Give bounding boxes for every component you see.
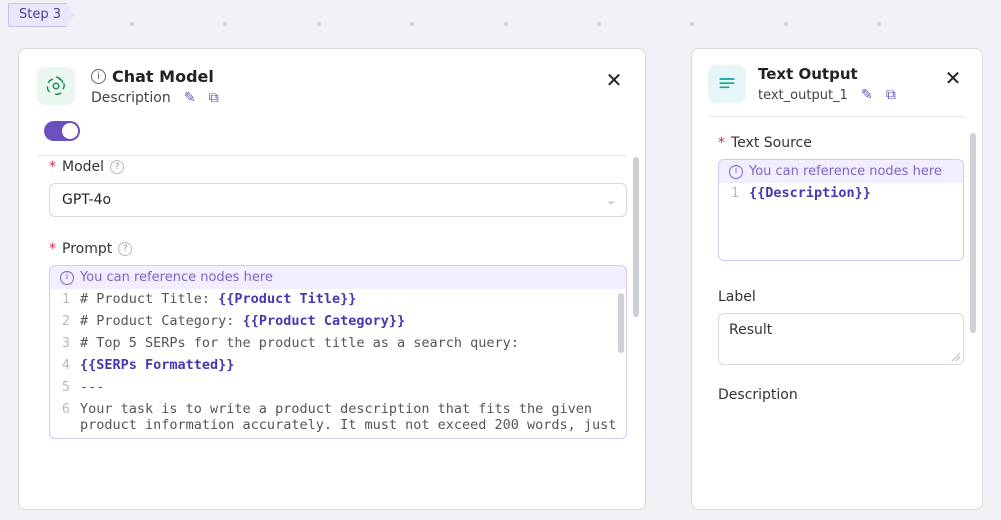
node-subtitle: text_output_1 [758,88,848,103]
close-icon: ✕ [945,68,962,88]
canvas-grid-dots [0,22,1001,26]
code-text: # Product Title: [80,291,218,307]
code-text: # Top 5 SERPs for the product title as a… [80,335,519,351]
required-marker: * [718,135,725,151]
code-content: # Top 5 SERPs for the product title as a… [80,333,519,353]
prompt-editor[interactable]: 1# Product Title: {{Product Title}}2# Pr… [49,289,627,439]
code-content: {{Description}} [749,183,871,203]
node-title: Text Output [758,65,940,83]
variable-token: {{Product Title}} [218,291,356,307]
required-marker: * [49,241,56,257]
code-content: {{SERPs Formatted}} [80,355,234,375]
openai-logo-icon [37,67,75,105]
line-number: 1 [50,289,80,309]
code-line[interactable]: 5--- [50,377,626,399]
code-content: # Product Category: {{Product Category}} [80,311,405,331]
divider [710,116,964,117]
info-icon[interactable]: i [91,69,106,84]
node-title: Chat Model [112,67,214,86]
line-number: 5 [50,377,80,397]
line-number: 2 [50,311,80,331]
code-content: --- [80,377,104,397]
model-label: Model [62,159,104,175]
copy-id-button[interactable]: ⧉ [882,86,900,104]
help-icon[interactable]: ? [110,160,124,174]
text-source-label: Text Source [731,135,812,151]
info-icon: i [729,165,743,179]
close-icon: ✕ [606,70,623,90]
copy-icon: ⧉ [209,90,219,106]
info-icon: i [60,271,74,285]
variable-token: {{SERPs Formatted}} [80,357,234,373]
code-line[interactable]: 1{{Description}} [719,183,963,205]
help-icon[interactable]: ? [118,242,132,256]
close-button[interactable]: ✕ [940,65,966,91]
hint-text: You can reference nodes here [749,164,942,179]
panel-scrollbar[interactable] [633,157,639,497]
chat-model-panel: i Chat Model Description ✎ ⧉ ✕ * [18,48,646,510]
pencil-icon: ✎ [184,90,196,106]
code-text: --- [80,379,104,395]
model-select[interactable]: GPT-4o ⌄ [49,183,627,217]
enable-toggle[interactable] [44,121,80,141]
reference-hint: i You can reference nodes here [49,265,627,289]
code-content: Your task is to write a product descript… [80,399,618,435]
code-line[interactable]: 1# Product Title: {{Product Title}} [50,289,626,311]
text-lines-icon [708,65,746,103]
label-field-label: Label [718,289,756,305]
hint-text: You can reference nodes here [80,270,273,285]
copy-id-button[interactable]: ⧉ [205,89,223,107]
prompt-label: Prompt [62,241,112,257]
text-source-editor[interactable]: 1{{Description}} [718,183,964,261]
variable-token: {{Product Category}} [243,313,406,329]
code-line[interactable]: 4{{SERPs Formatted}} [50,355,626,377]
code-line[interactable]: 6Your task is to write a product descrip… [50,399,626,435]
chevron-down-icon: ⌄ [606,193,616,207]
code-line[interactable]: 3# Top 5 SERPs for the product title as … [50,333,626,355]
rename-button[interactable]: ✎ [181,89,199,107]
copy-icon: ⧉ [886,87,896,103]
text-output-panel: Text Output text_output_1 ✎ ⧉ ✕ * Text S… [691,48,983,510]
node-subtitle: Description [91,90,171,106]
line-number: 1 [719,183,749,203]
description-field-label: Description [718,387,798,403]
label-input[interactable]: Result [718,313,964,365]
code-text: # Product Category: [80,313,243,329]
line-number: 6 [50,399,80,419]
variable-token: {{Description}} [749,185,871,201]
reference-hint: i You can reference nodes here [718,159,964,183]
step-label: Step 3 [19,7,61,22]
rename-button[interactable]: ✎ [858,86,876,104]
close-button[interactable]: ✕ [601,67,627,93]
label-value: Result [729,322,772,338]
model-value: GPT-4o [62,192,111,208]
code-text: Your task is to write a product descript… [80,401,616,433]
step-chip[interactable]: Step 3 [8,3,74,27]
required-marker: * [49,159,56,175]
editor-scrollbar[interactable] [618,293,624,353]
line-number: 4 [50,355,80,375]
pencil-icon: ✎ [861,87,873,103]
code-content: # Product Title: {{Product Title}} [80,289,356,309]
line-number: 3 [50,333,80,353]
panel-scrollbar[interactable] [970,133,976,497]
code-line[interactable]: 2# Product Category: {{Product Category}… [50,311,626,333]
